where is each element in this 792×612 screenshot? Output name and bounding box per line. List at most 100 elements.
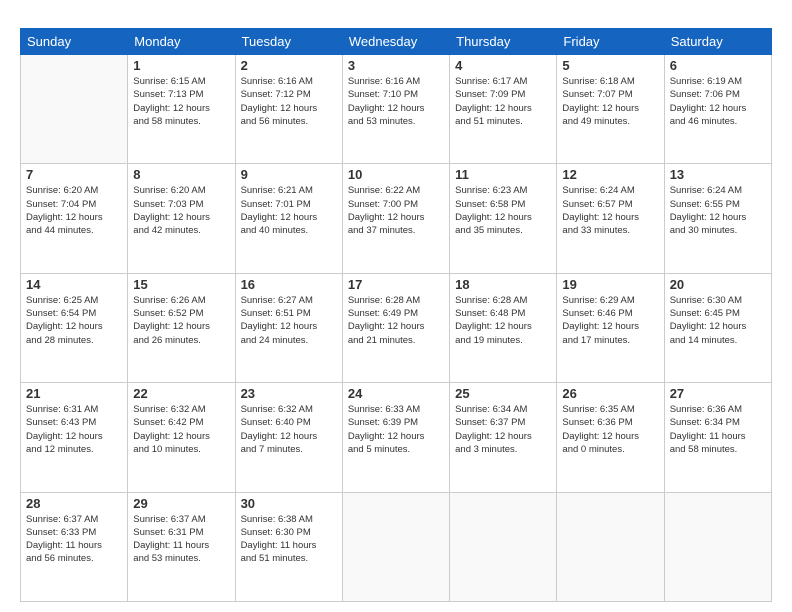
calendar-cell: 7 Sunrise: 6:20 AMSunset: 7:04 PMDaylight…: [21, 164, 128, 273]
calendar-cell: 23Sunrise: 6:32 AMSunset: 6:40 PMDayligh…: [235, 383, 342, 492]
weekday-header: Tuesday: [235, 29, 342, 55]
calendar-week-row: 28 Sunrise: 6:37 AMSunset: 6:33 PMDayligh…: [21, 492, 772, 601]
calendar-cell: 26 Sunrise: 6:35 AMSunset: 6:36 PMDayligh…: [557, 383, 664, 492]
weekday-header: Saturday: [664, 29, 771, 55]
calendar-week-row: 14 Sunrise: 6:25 AMSunset: 6:54 PMDayligh…: [21, 273, 772, 382]
day-number: 21: [26, 386, 122, 401]
day-number: 27: [670, 386, 766, 401]
day-number: 10: [348, 167, 444, 182]
day-info: Sunrise: 6:20 AMSunset: 7:04 PMDaylight:…: [26, 184, 122, 237]
calendar-week-row: 21 Sunrise: 6:31 AMSunset: 6:43 PMDayligh…: [21, 383, 772, 492]
day-number: 30: [241, 496, 337, 511]
day-info: Sunrise: 6:16 AMSunset: 7:12 PMDaylight:…: [241, 75, 337, 128]
calendar-cell: 28 Sunrise: 6:37 AMSunset: 6:33 PMDayligh…: [21, 492, 128, 601]
day-info: Sunrise: 6:37 AMSunset: 6:31 PMDaylight:…: [133, 513, 229, 566]
day-info: Sunrise: 6:27 AMSunset: 6:51 PMDaylight:…: [241, 294, 337, 347]
calendar-week-row: 7 Sunrise: 6:20 AMSunset: 7:04 PMDaylight…: [21, 164, 772, 273]
day-number: 29: [133, 496, 229, 511]
day-number: 8: [133, 167, 229, 182]
calendar-cell: [450, 492, 557, 601]
calendar-cell: 8 Sunrise: 6:20 AMSunset: 7:03 PMDaylight…: [128, 164, 235, 273]
calendar-cell: 5 Sunrise: 6:18 AMSunset: 7:07 PMDaylight…: [557, 55, 664, 164]
day-number: 17: [348, 277, 444, 292]
calendar-cell: 11 Sunrise: 6:23 AMSunset: 6:58 PMDayligh…: [450, 164, 557, 273]
calendar-cell: 2 Sunrise: 6:16 AMSunset: 7:12 PMDaylight…: [235, 55, 342, 164]
calendar-cell: 18Sunrise: 6:28 AMSunset: 6:48 PMDayligh…: [450, 273, 557, 382]
calendar-cell: [21, 55, 128, 164]
day-info: Sunrise: 6:15 AMSunset: 7:13 PMDaylight:…: [133, 75, 229, 128]
day-info: Sunrise: 6:20 AMSunset: 7:03 PMDaylight:…: [133, 184, 229, 237]
day-number: 11: [455, 167, 551, 182]
day-info: Sunrise: 6:25 AMSunset: 6:54 PMDaylight:…: [26, 294, 122, 347]
calendar-cell: [664, 492, 771, 601]
weekday-header: Sunday: [21, 29, 128, 55]
calendar-cell: [342, 492, 449, 601]
calendar-cell: [557, 492, 664, 601]
day-info: Sunrise: 6:18 AMSunset: 7:07 PMDaylight:…: [562, 75, 658, 128]
day-number: 16: [241, 277, 337, 292]
calendar-cell: 6 Sunrise: 6:19 AMSunset: 7:06 PMDaylight…: [664, 55, 771, 164]
day-number: 2: [241, 58, 337, 73]
day-number: 13: [670, 167, 766, 182]
day-info: Sunrise: 6:26 AMSunset: 6:52 PMDaylight:…: [133, 294, 229, 347]
calendar-table: SundayMondayTuesdayWednesdayThursdayFrid…: [20, 28, 772, 602]
calendar-cell: 13 Sunrise: 6:24 AMSunset: 6:55 PMDayligh…: [664, 164, 771, 273]
calendar-cell: 3 Sunrise: 6:16 AMSunset: 7:10 PMDaylight…: [342, 55, 449, 164]
day-number: 26: [562, 386, 658, 401]
day-info: Sunrise: 6:36 AMSunset: 6:34 PMDaylight:…: [670, 403, 766, 456]
calendar-cell: 9 Sunrise: 6:21 AMSunset: 7:01 PMDaylight…: [235, 164, 342, 273]
day-number: 4: [455, 58, 551, 73]
day-info: Sunrise: 6:24 AMSunset: 6:57 PMDaylight:…: [562, 184, 658, 237]
day-info: Sunrise: 6:19 AMSunset: 7:06 PMDaylight:…: [670, 75, 766, 128]
day-number: 5: [562, 58, 658, 73]
day-info: Sunrise: 6:31 AMSunset: 6:43 PMDaylight:…: [26, 403, 122, 456]
calendar-cell: 10 Sunrise: 6:22 AMSunset: 7:00 PMDayligh…: [342, 164, 449, 273]
day-number: 28: [26, 496, 122, 511]
calendar-cell: 4 Sunrise: 6:17 AMSunset: 7:09 PMDaylight…: [450, 55, 557, 164]
calendar-cell: 21 Sunrise: 6:31 AMSunset: 6:43 PMDayligh…: [21, 383, 128, 492]
day-info: Sunrise: 6:24 AMSunset: 6:55 PMDaylight:…: [670, 184, 766, 237]
day-info: Sunrise: 6:21 AMSunset: 7:01 PMDaylight:…: [241, 184, 337, 237]
weekday-header: Friday: [557, 29, 664, 55]
day-info: Sunrise: 6:17 AMSunset: 7:09 PMDaylight:…: [455, 75, 551, 128]
weekday-header: Thursday: [450, 29, 557, 55]
calendar-cell: 16 Sunrise: 6:27 AMSunset: 6:51 PMDayligh…: [235, 273, 342, 382]
calendar-cell: 17 Sunrise: 6:28 AMSunset: 6:49 PMDayligh…: [342, 273, 449, 382]
day-info: Sunrise: 6:32 AMSunset: 6:42 PMDaylight:…: [133, 403, 229, 456]
day-number: 12: [562, 167, 658, 182]
day-info: Sunrise: 6:16 AMSunset: 7:10 PMDaylight:…: [348, 75, 444, 128]
calendar-cell: 25Sunrise: 6:34 AMSunset: 6:37 PMDayligh…: [450, 383, 557, 492]
day-number: 22: [133, 386, 229, 401]
day-number: 19: [562, 277, 658, 292]
day-number: 18: [455, 277, 551, 292]
calendar-cell: 22 Sunrise: 6:32 AMSunset: 6:42 PMDayligh…: [128, 383, 235, 492]
day-number: 14: [26, 277, 122, 292]
day-info: Sunrise: 6:22 AMSunset: 7:00 PMDaylight:…: [348, 184, 444, 237]
calendar-week-row: 1 Sunrise: 6:15 AMSunset: 7:13 PMDaylight…: [21, 55, 772, 164]
calendar-cell: 19Sunrise: 6:29 AMSunset: 6:46 PMDayligh…: [557, 273, 664, 382]
weekday-header: Wednesday: [342, 29, 449, 55]
day-info: Sunrise: 6:23 AMSunset: 6:58 PMDaylight:…: [455, 184, 551, 237]
day-number: 15: [133, 277, 229, 292]
calendar-header-row: SundayMondayTuesdayWednesdayThursdayFrid…: [21, 29, 772, 55]
calendar-cell: 20Sunrise: 6:30 AMSunset: 6:45 PMDayligh…: [664, 273, 771, 382]
day-number: 24: [348, 386, 444, 401]
day-number: 25: [455, 386, 551, 401]
day-info: Sunrise: 6:28 AMSunset: 6:49 PMDaylight:…: [348, 294, 444, 347]
day-info: Sunrise: 6:32 AMSunset: 6:40 PMDaylight:…: [241, 403, 337, 456]
day-number: 9: [241, 167, 337, 182]
day-number: 6: [670, 58, 766, 73]
day-info: Sunrise: 6:35 AMSunset: 6:36 PMDaylight:…: [562, 403, 658, 456]
day-info: Sunrise: 6:37 AMSunset: 6:33 PMDaylight:…: [26, 513, 122, 566]
day-number: 3: [348, 58, 444, 73]
weekday-header: Monday: [128, 29, 235, 55]
day-number: 7: [26, 167, 122, 182]
day-info: Sunrise: 6:38 AMSunset: 6:30 PMDaylight:…: [241, 513, 337, 566]
calendar-cell: 1 Sunrise: 6:15 AMSunset: 7:13 PMDaylight…: [128, 55, 235, 164]
day-number: 1: [133, 58, 229, 73]
calendar-cell: 30 Sunrise: 6:38 AMSunset: 6:30 PMDayligh…: [235, 492, 342, 601]
calendar-cell: 29 Sunrise: 6:37 AMSunset: 6:31 PMDayligh…: [128, 492, 235, 601]
day-number: 20: [670, 277, 766, 292]
calendar-cell: 15 Sunrise: 6:26 AMSunset: 6:52 PMDayligh…: [128, 273, 235, 382]
calendar-cell: 14 Sunrise: 6:25 AMSunset: 6:54 PMDayligh…: [21, 273, 128, 382]
